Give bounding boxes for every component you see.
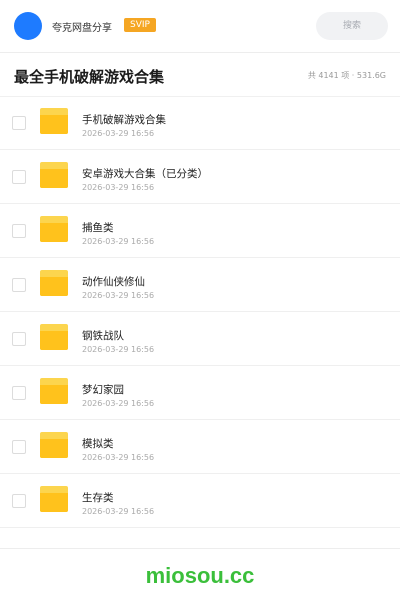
list-item[interactable]: 生存类 2026-03-29 16:56: [0, 474, 400, 528]
checkbox[interactable]: [12, 170, 26, 184]
item-name[interactable]: 动作仙侠修仙: [82, 274, 145, 289]
item-date: 2026-03-29 16:56: [82, 453, 155, 462]
checkbox[interactable]: [12, 224, 26, 238]
item-name[interactable]: 钢铁战队: [82, 328, 124, 343]
folder-icon: [40, 378, 68, 404]
folder-header: 最全手机破解游戏合集 共 4141 项 · 531.6G: [0, 53, 400, 97]
watermark: miosou.cc: [145, 563, 255, 588]
item-date: 2026-03-29 16:56: [82, 507, 155, 516]
item-date: 2026-03-29 16:56: [82, 291, 155, 300]
file-list: 手机破解游戏合集 2026-03-29 16:56 安卓游戏大合集（已分类） 2…: [0, 96, 400, 528]
list-item[interactable]: 捕鱼类 2026-03-29 16:56: [0, 204, 400, 258]
item-date: 2026-03-29 16:56: [82, 237, 155, 246]
checkbox[interactable]: [12, 332, 26, 346]
folder-icon: [40, 432, 68, 458]
brand-name: 夸克网盘分享: [52, 23, 112, 34]
checkbox[interactable]: [12, 494, 26, 508]
folder-icon: [40, 216, 68, 242]
item-name[interactable]: 模拟类: [82, 436, 114, 451]
avatar[interactable]: [14, 12, 42, 40]
search-input[interactable]: 搜索: [316, 12, 388, 40]
top-bar: 夸克网盘分享 SVIP 搜索: [0, 0, 400, 53]
item-name[interactable]: 生存类: [82, 490, 114, 505]
item-name[interactable]: 安卓游戏大合集（已分类）: [82, 166, 208, 181]
item-name[interactable]: 捕鱼类: [82, 220, 114, 235]
item-date: 2026-03-29 16:56: [82, 183, 155, 192]
item-date: 2026-03-29 16:56: [82, 129, 155, 138]
list-item[interactable]: 梦幻家园 2026-03-29 16:56: [0, 366, 400, 420]
page-title: 最全手机破解游戏合集: [14, 68, 165, 86]
checkbox[interactable]: [12, 386, 26, 400]
list-item[interactable]: 安卓游戏大合集（已分类） 2026-03-29 16:56: [0, 150, 400, 204]
folder-icon: [40, 270, 68, 296]
folder-summary: 共 4141 项 · 531.6G: [307, 71, 386, 80]
svip-badge: SVIP: [124, 18, 156, 32]
list-item[interactable]: 钢铁战队 2026-03-29 16:56: [0, 312, 400, 366]
list-item[interactable]: 模拟类 2026-03-29 16:56: [0, 420, 400, 474]
checkbox[interactable]: [12, 440, 26, 454]
checkbox[interactable]: [12, 116, 26, 130]
item-name[interactable]: 手机破解游戏合集: [82, 112, 166, 127]
item-name[interactable]: 梦幻家园: [82, 382, 124, 397]
list-item[interactable]: 动作仙侠修仙 2026-03-29 16:56: [0, 258, 400, 312]
folder-icon: [40, 108, 68, 134]
folder-icon: [40, 162, 68, 188]
item-date: 2026-03-29 16:56: [82, 345, 155, 354]
list-item[interactable]: 手机破解游戏合集 2026-03-29 16:56: [0, 96, 400, 150]
folder-icon: [40, 486, 68, 512]
item-date: 2026-03-29 16:56: [82, 399, 155, 408]
footer: miosou.cc: [0, 548, 400, 601]
folder-icon: [40, 324, 68, 350]
checkbox[interactable]: [12, 278, 26, 292]
